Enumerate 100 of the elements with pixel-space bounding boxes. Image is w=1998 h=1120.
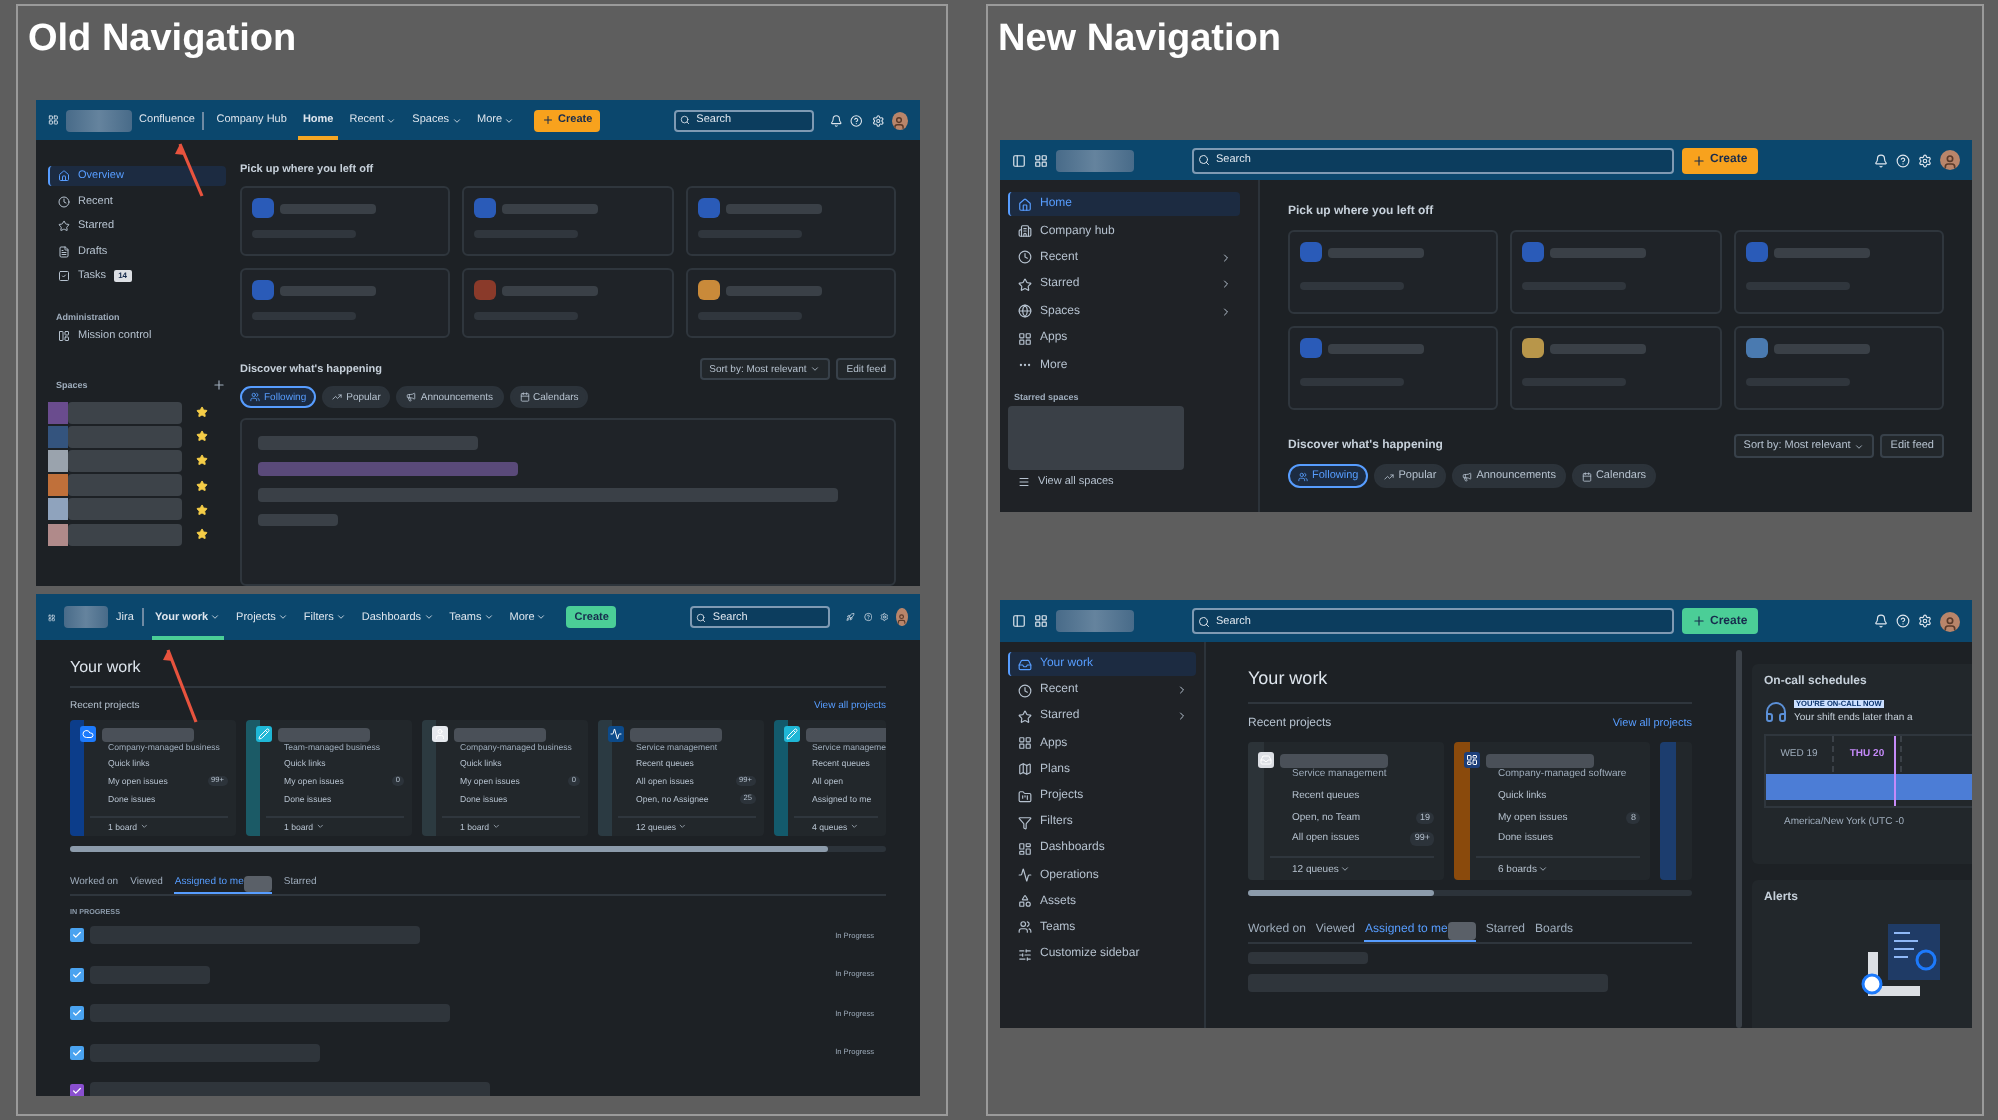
help-icon[interactable]	[1896, 614, 1910, 628]
help-icon[interactable]	[1896, 153, 1910, 167]
apps-icon[interactable]	[48, 611, 56, 623]
plus-icon	[1692, 153, 1706, 167]
blurred-text	[1486, 753, 1594, 767]
document-icon	[58, 245, 70, 257]
annotation-arrow	[174, 142, 208, 198]
plus-icon	[1692, 614, 1706, 628]
clock-icon	[1018, 250, 1032, 265]
avatar-icon[interactable]	[1940, 611, 1960, 631]
blurred-text	[502, 285, 599, 295]
blurred-text	[68, 401, 182, 424]
rocket-icon[interactable]	[846, 610, 856, 624]
star-icon[interactable]	[196, 528, 208, 541]
globe-icon	[1018, 304, 1032, 319]
blurred-logo	[63, 606, 109, 628]
page-title: Your work	[1248, 668, 1330, 688]
blurred-text	[68, 474, 182, 497]
caret-icon	[451, 115, 462, 125]
plus-icon[interactable]	[212, 377, 226, 391]
recent-card[interactable]	[1510, 326, 1722, 410]
avatar-icon[interactable]	[891, 111, 909, 129]
current-time-line	[1894, 736, 1896, 806]
notification-icon[interactable]	[830, 113, 843, 127]
caret-icon	[849, 822, 858, 832]
trend-icon	[1384, 471, 1395, 481]
sidebar-toggle-icon[interactable]	[1012, 153, 1026, 167]
apps-icon[interactable]	[1034, 614, 1048, 628]
blurred-text	[725, 203, 822, 213]
home-icon	[1018, 197, 1032, 212]
caret-icon	[1538, 864, 1549, 874]
help-icon[interactable]	[850, 113, 864, 127]
star-icon[interactable]	[196, 503, 208, 516]
filter-icon	[1018, 815, 1032, 830]
star-icon[interactable]	[196, 479, 208, 492]
caret-icon	[810, 364, 821, 374]
chevron-icon	[1220, 251, 1232, 264]
recent-card[interactable]	[685, 186, 896, 256]
chevron-icon	[1220, 278, 1232, 291]
home-icon	[58, 170, 70, 182]
calendar-icon	[1581, 471, 1592, 481]
apps-icon[interactable]	[1034, 153, 1048, 167]
shapes-icon	[1018, 894, 1032, 909]
blurred-text	[280, 285, 376, 295]
recent-card[interactable]	[462, 186, 674, 256]
blurred-text	[1280, 753, 1388, 767]
settings-icon[interactable]	[1918, 614, 1932, 628]
caret-icon	[1854, 441, 1865, 451]
caret-icon	[678, 822, 687, 832]
notification-icon[interactable]	[1874, 614, 1888, 628]
settings-icon[interactable]	[880, 610, 889, 624]
blurred-text	[1773, 343, 1870, 353]
blurred-text	[502, 203, 599, 213]
star-icon[interactable]	[196, 406, 208, 419]
blurred-logo	[1056, 610, 1134, 632]
blurred-text	[68, 523, 182, 546]
apps-icon[interactable]	[48, 114, 59, 126]
sidebar-toggle-icon[interactable]	[1012, 614, 1026, 628]
blurred-text	[280, 203, 376, 213]
apps-icon	[1018, 331, 1032, 346]
caret-icon	[1340, 864, 1351, 874]
help-icon[interactable]	[863, 610, 873, 624]
settings-icon[interactable]	[1918, 153, 1932, 167]
star-icon[interactable]	[196, 430, 208, 443]
scrollbar[interactable]	[1736, 650, 1742, 1028]
people-icon	[1298, 471, 1308, 481]
caret-icon	[386, 115, 397, 125]
blurred-text	[102, 727, 194, 741]
recent-card[interactable]	[1733, 326, 1944, 410]
search-icon	[1198, 154, 1210, 166]
recent-card[interactable]	[1510, 230, 1722, 314]
recent-card[interactable]	[240, 268, 451, 338]
panel-title: Old Navigation	[26, 16, 299, 64]
scrollbar[interactable]	[1248, 890, 1692, 896]
blurred-text	[806, 727, 886, 741]
recent-card[interactable]	[1288, 230, 1499, 314]
star-icon	[1018, 277, 1032, 292]
search-icon	[696, 612, 707, 622]
caret-icon	[483, 612, 494, 622]
caret-icon	[504, 115, 515, 125]
recent-card[interactable]	[240, 186, 451, 256]
avatar-icon[interactable]	[896, 608, 909, 626]
recent-card[interactable]	[1288, 326, 1499, 410]
settings-icon[interactable]	[871, 113, 884, 127]
star-icon	[1018, 709, 1032, 724]
megaphone-icon	[1462, 471, 1473, 481]
alerts-illustration	[1860, 924, 1944, 1000]
calendar-icon	[519, 392, 529, 402]
activity-icon	[1018, 868, 1032, 883]
star-icon[interactable]	[196, 454, 208, 467]
blurred-text	[258, 514, 338, 526]
scrollbar[interactable]	[70, 846, 886, 852]
recent-card[interactable]	[1733, 230, 1944, 314]
recent-card[interactable]	[685, 268, 896, 338]
notification-icon[interactable]	[1874, 153, 1888, 167]
caret-icon	[335, 612, 346, 622]
map-icon	[1018, 762, 1032, 777]
avatar-icon[interactable]	[1940, 150, 1960, 170]
inbox-icon	[1018, 657, 1032, 672]
blurred-text	[1328, 247, 1424, 257]
